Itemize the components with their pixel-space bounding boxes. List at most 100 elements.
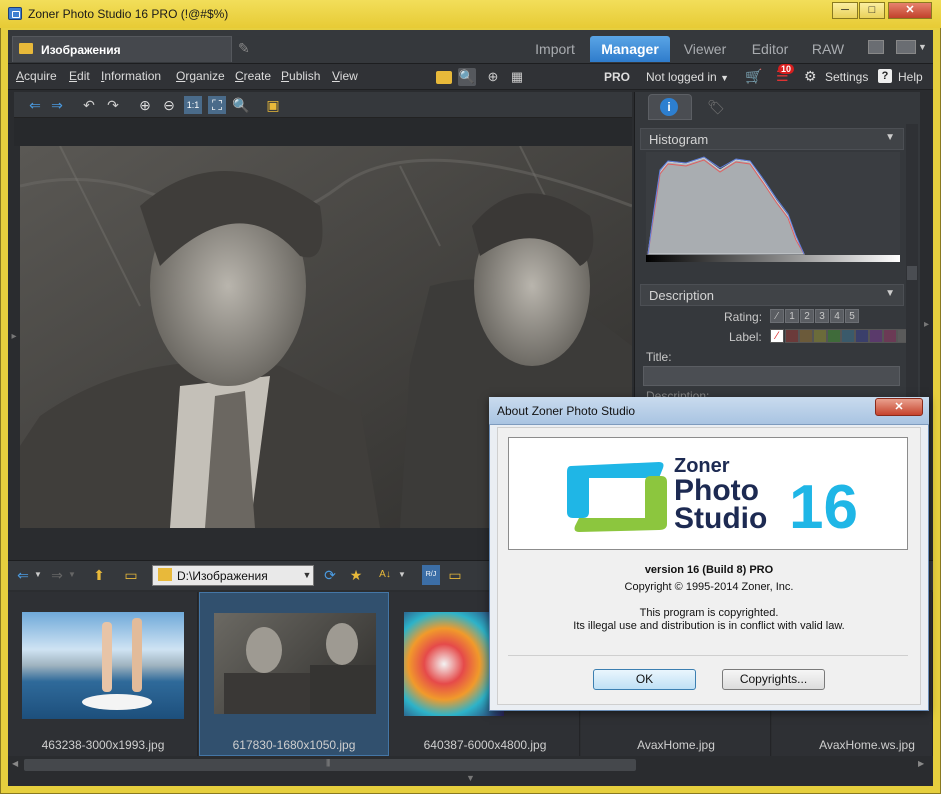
menu-organize[interactable]: Organize <box>176 69 225 83</box>
fit-to-window-icon[interactable]: ⛶ <box>208 96 226 114</box>
forward-history-icon[interactable]: ▼ <box>67 565 77 585</box>
histogram-header[interactable]: Histogram ▼ <box>640 128 904 150</box>
collapse-left-icon[interactable]: ▸ <box>8 146 20 528</box>
label-label: Label: <box>729 330 762 344</box>
zoom-out-icon[interactable]: ⊖ <box>160 96 178 114</box>
label-clear[interactable]: ⁄ <box>770 329 784 343</box>
label-color-swatch[interactable] <box>855 329 869 343</box>
help-button[interactable]: Help <box>898 70 923 84</box>
menu-acquire[interactable]: Acquire <box>16 69 57 83</box>
new-folder-icon[interactable]: ▭ <box>122 565 140 585</box>
path-dropdown-icon[interactable]: ▼ <box>300 565 314 586</box>
tab-keywords[interactable]: 🏷 <box>694 94 738 120</box>
back-history-icon[interactable]: ▼ <box>33 565 43 585</box>
back-arrow-icon[interactable]: ⇐ <box>14 565 32 585</box>
info-icon: i <box>660 98 678 116</box>
description-header[interactable]: Description ▼ <box>640 284 904 306</box>
account-menu[interactable]: Not logged in ▼ <box>646 70 729 84</box>
slideshow-icon[interactable]: ▣ <box>264 96 282 114</box>
tab-import[interactable]: Import <box>525 36 585 62</box>
collapse-bottom-icon[interactable]: ▼ <box>8 773 933 786</box>
label-color-swatch[interactable] <box>883 329 897 343</box>
about-notice-1: This program is copyrighted. <box>639 607 779 619</box>
menu-create[interactable]: Create <box>235 69 271 83</box>
logo-version: 16 <box>789 473 858 542</box>
thumbnail-filename: 617830-1680x1050.jpg <box>232 738 356 752</box>
zoom-in-icon[interactable]: ⊕ <box>136 96 154 114</box>
scroll-left-icon[interactable]: ◀ <box>12 759 18 768</box>
path-field[interactable]: D:\Изображения <box>152 565 314 586</box>
sort-icon[interactable]: A↓ <box>376 565 394 585</box>
label-color-swatch[interactable] <box>785 329 799 343</box>
tab-raw[interactable]: RAW <box>804 36 852 62</box>
maximize-button[interactable]: □ <box>859 2 885 19</box>
scroll-grip-icon: ||| <box>326 758 330 767</box>
edit-tab-icon[interactable]: ✎ <box>238 40 256 56</box>
pro-label: PRO <box>604 70 631 84</box>
raw-jpg-icon[interactable]: R/J <box>422 565 440 585</box>
account-label: Not logged in <box>646 70 717 84</box>
panel-scroll-thumb[interactable] <box>907 266 917 280</box>
label-color-swatch[interactable] <box>841 329 855 343</box>
label-color-swatch[interactable] <box>813 329 827 343</box>
rotate-left-icon[interactable]: ↶ <box>80 96 98 114</box>
refresh-icon[interactable]: ⟳ <box>320 565 340 585</box>
thumbnail-item[interactable] <box>8 592 198 756</box>
thumbnail-image <box>214 613 376 714</box>
map-view-icon[interactable]: ⊕ <box>484 68 502 86</box>
monitor-icon[interactable] <box>868 40 884 54</box>
label-color-swatch[interactable] <box>869 329 883 343</box>
preview-view-icon[interactable]: 🔍 <box>458 68 476 86</box>
back-arrow-icon[interactable]: ⇐ <box>26 96 44 114</box>
zoom-options-icon[interactable]: 🔍 <box>232 96 250 114</box>
zoner-logo: Zoner Photo Studio 16 <box>508 437 908 550</box>
menu-view[interactable]: View <box>332 69 358 83</box>
open-folder-icon[interactable]: ▭ <box>446 565 464 585</box>
folder-view-icon[interactable] <box>436 71 452 84</box>
document-tab[interactable]: Изображения <box>12 36 232 62</box>
menu-edit[interactable]: Edit <box>69 69 90 83</box>
tab-manager[interactable]: Manager <box>590 36 670 62</box>
rotate-right-icon[interactable]: ↷ <box>104 96 122 114</box>
layout-icon[interactable] <box>896 40 916 54</box>
rating-2[interactable]: 2 <box>800 309 814 323</box>
rating-clear[interactable]: ⁄ <box>770 309 784 323</box>
about-close-button[interactable]: ✕ <box>875 398 923 416</box>
title-field[interactable] <box>643 366 900 386</box>
label-color-swatch[interactable] <box>827 329 841 343</box>
scroll-right-icon[interactable]: ▶ <box>918 759 924 768</box>
layout-dropdown-icon[interactable]: ▼ <box>918 42 927 52</box>
menu-publish[interactable]: Publish <box>281 69 320 83</box>
help-icon[interactable]: ? <box>878 69 892 83</box>
menu-information[interactable]: Information <box>101 69 161 83</box>
thumbnail-filename: AvaxHome.jpg <box>637 738 715 752</box>
rating-4[interactable]: 4 <box>830 309 844 323</box>
gear-icon[interactable]: ⚙ <box>804 68 817 85</box>
tab-viewer[interactable]: Viewer <box>675 36 735 62</box>
forward-arrow-icon[interactable]: ⇒ <box>48 565 66 585</box>
notification-badge: 10 <box>778 64 795 74</box>
thumbnail-filename: 463238-3000x1993.jpg <box>41 738 165 752</box>
ok-button[interactable]: OK <box>593 669 696 690</box>
close-button[interactable]: ✕ <box>888 2 932 19</box>
rating-1[interactable]: 1 <box>785 309 799 323</box>
preview-header-strip <box>14 118 632 146</box>
sort-dropdown-icon[interactable]: ▼ <box>396 565 408 585</box>
cart-icon[interactable]: 🛒 <box>745 68 762 85</box>
folder-up-icon[interactable]: ⬆ <box>90 565 108 585</box>
favorite-folder-icon[interactable]: ★ <box>346 565 366 585</box>
thumbnail-filename: AvaxHome.ws.jpg <box>819 738 915 752</box>
rating-5[interactable]: 5 <box>845 309 859 323</box>
description-title: Description <box>649 288 715 303</box>
label-color-swatch[interactable] <box>799 329 813 343</box>
copyrights-button[interactable]: Copyrights... <box>722 669 825 690</box>
settings-button[interactable]: Settings <box>825 70 868 84</box>
about-separator <box>508 655 908 656</box>
thumbnail-item-selected[interactable] <box>199 592 389 756</box>
rating-3[interactable]: 3 <box>815 309 829 323</box>
compare-view-icon[interactable]: ▦ <box>508 68 526 86</box>
forward-arrow-icon[interactable]: ⇒ <box>48 96 66 114</box>
tab-editor[interactable]: Editor <box>742 36 798 62</box>
minimize-button[interactable]: ─ <box>832 2 858 19</box>
actual-size-icon[interactable]: 1:1 <box>184 96 202 114</box>
